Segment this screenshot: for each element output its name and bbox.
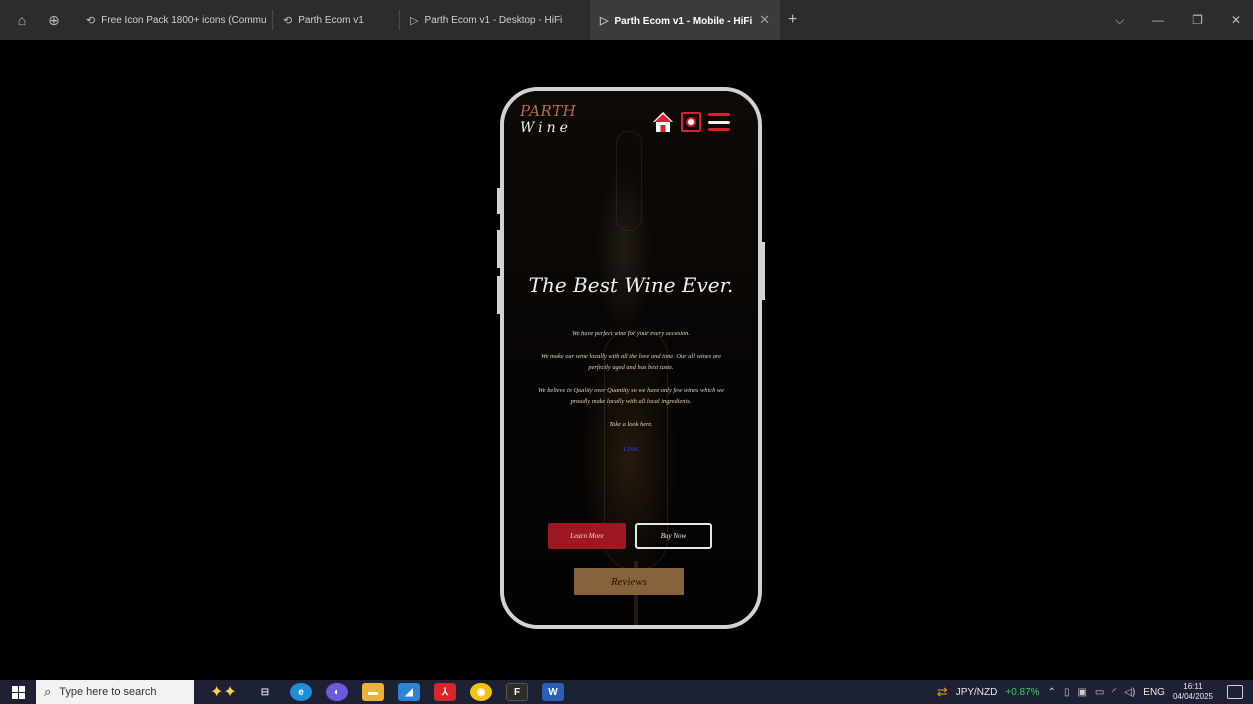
header-nav bbox=[652, 111, 730, 133]
home-icon[interactable]: ⌂ bbox=[10, 8, 34, 32]
ticker-pair[interactable]: JPY/NZD bbox=[956, 687, 998, 698]
language-indicator[interactable]: ENG bbox=[1143, 687, 1165, 698]
taskbar-search[interactable]: ⌕ bbox=[36, 680, 194, 704]
app-tray-icon[interactable]: ▣ bbox=[1077, 687, 1086, 698]
chrome-browser-icon[interactable]: ◉ bbox=[470, 683, 492, 701]
figma-community-icon: ⟲ bbox=[86, 14, 96, 27]
brand-logo[interactable]: PARTH Wine bbox=[520, 102, 577, 136]
hero-link[interactable]: LINK bbox=[504, 446, 758, 453]
clock[interactable]: 16:11 04/04/2025 bbox=[1173, 682, 1213, 702]
photos-app-icon[interactable]: ◢ bbox=[398, 683, 420, 701]
play-icon: ▷ bbox=[410, 14, 419, 27]
tab-label: Parth Ecom v1 - Desktop - HiFi bbox=[424, 14, 563, 26]
tab-free-icon-pack[interactable]: ⟲ Free Icon Pack 1800+ icons (Commu bbox=[76, 0, 272, 40]
clock-time: 16:11 bbox=[1183, 682, 1203, 691]
volume-icon[interactable]: ◁) bbox=[1124, 687, 1135, 698]
ticker-change: +0.87% bbox=[1005, 686, 1040, 698]
file-explorer-icon[interactable]: ▬ bbox=[362, 683, 384, 701]
buy-now-button[interactable]: Buy Now bbox=[635, 523, 712, 549]
tab-label: Parth Ecom v1 bbox=[298, 14, 364, 26]
browser-tab-bar: ⌂ ⊕ ⟲ Free Icon Pack 1800+ icons (Commu … bbox=[0, 0, 1253, 40]
hero-paragraph: We make our wine locally with all the lo… bbox=[540, 352, 722, 372]
tab-desktop-hifi[interactable]: ▷ Parth Ecom v1 - Desktop - HiFi bbox=[400, 0, 590, 40]
close-window-icon[interactable]: ✕ bbox=[1231, 13, 1241, 27]
copilot-sparkle-icon[interactable]: ✦✦ bbox=[210, 682, 248, 702]
task-view-icon[interactable]: ⊟ bbox=[254, 683, 276, 701]
phone-side-button bbox=[762, 242, 765, 300]
tab-parth-ecom[interactable]: ⟲ Parth Ecom v1 bbox=[273, 0, 399, 40]
hero-paragraph: We have perfect wine for your every occa… bbox=[572, 330, 690, 337]
restore-icon[interactable]: ❐ bbox=[1192, 13, 1203, 27]
clock-date: 04/04/2025 bbox=[1172, 692, 1213, 701]
chevron-down-icon[interactable]: ⌵ bbox=[1115, 13, 1124, 28]
play-icon: ▷ bbox=[600, 14, 609, 27]
reviews-button[interactable]: Reviews bbox=[574, 568, 684, 595]
window-controls: ⌵ — ❐ ✕ bbox=[1115, 0, 1241, 40]
tab-mobile-hifi[interactable]: ▷ Parth Ecom v1 - Mobile - HiFi ✕ bbox=[590, 0, 780, 40]
battery-icon[interactable]: ▭ bbox=[1095, 687, 1104, 698]
figma-app-icon[interactable]: F bbox=[506, 683, 528, 701]
hamburger-menu-icon[interactable] bbox=[708, 113, 730, 131]
hero-description: We have perfect wine for your every occa… bbox=[530, 328, 732, 430]
home-icon[interactable] bbox=[652, 111, 674, 133]
hero-paragraph: We believe in Quality over Quantity so w… bbox=[538, 386, 724, 406]
copilot-app-icon[interactable]: ◐ bbox=[326, 683, 348, 701]
globe-icon[interactable]: ⊕ bbox=[42, 8, 66, 32]
figma-community-icon: ⟲ bbox=[283, 14, 293, 27]
logo-top-text: PARTH bbox=[520, 102, 577, 120]
logo-bottom-text: Wine bbox=[520, 120, 572, 136]
take-a-look-text: Take a look here. bbox=[609, 420, 653, 428]
system-tray: ⇄ JPY/NZD +0.87% ⌃ ▯ ▣ ▭ ◜ ◁) ENG 16:11 … bbox=[937, 680, 1253, 704]
wifi-icon[interactable]: ◜ bbox=[1112, 687, 1116, 698]
windows-taskbar: ⌕ ✦✦ ⊟ e ◐ ▬ ◢ ⅄ ◉ F W ⇄ JPY/NZD +0.87% … bbox=[0, 680, 1253, 704]
device-icon[interactable]: ▯ bbox=[1064, 687, 1070, 698]
currency-ticker-icon: ⇄ bbox=[936, 684, 948, 699]
tab-label: Free Icon Pack 1800+ icons (Commu bbox=[101, 14, 267, 26]
bottle-decoration bbox=[616, 131, 642, 231]
hero-title: The Best Wine Ever. bbox=[528, 273, 734, 297]
minimize-icon[interactable]: — bbox=[1152, 13, 1164, 27]
new-tab-button[interactable]: + bbox=[788, 11, 797, 29]
notification-icon[interactable] bbox=[1227, 685, 1243, 699]
tab-label: Parth Ecom v1 - Mobile - HiFi bbox=[614, 15, 753, 27]
profile-icon[interactable] bbox=[681, 112, 701, 132]
edge-browser-icon[interactable]: e bbox=[290, 683, 312, 701]
phone-frame: PARTH Wine The Best Wine Ever. We have p… bbox=[500, 87, 762, 629]
word-app-icon[interactable]: W bbox=[542, 683, 564, 701]
windows-logo-icon bbox=[11, 685, 25, 699]
search-input[interactable] bbox=[59, 686, 180, 698]
search-icon: ⌕ bbox=[44, 684, 52, 699]
acrobat-icon[interactable]: ⅄ bbox=[434, 683, 456, 701]
chevron-up-icon[interactable]: ⌃ bbox=[1048, 687, 1056, 698]
close-icon[interactable]: ✕ bbox=[759, 12, 770, 28]
learn-more-button[interactable]: Learn More bbox=[548, 523, 626, 549]
windows-start-button[interactable] bbox=[0, 680, 36, 704]
